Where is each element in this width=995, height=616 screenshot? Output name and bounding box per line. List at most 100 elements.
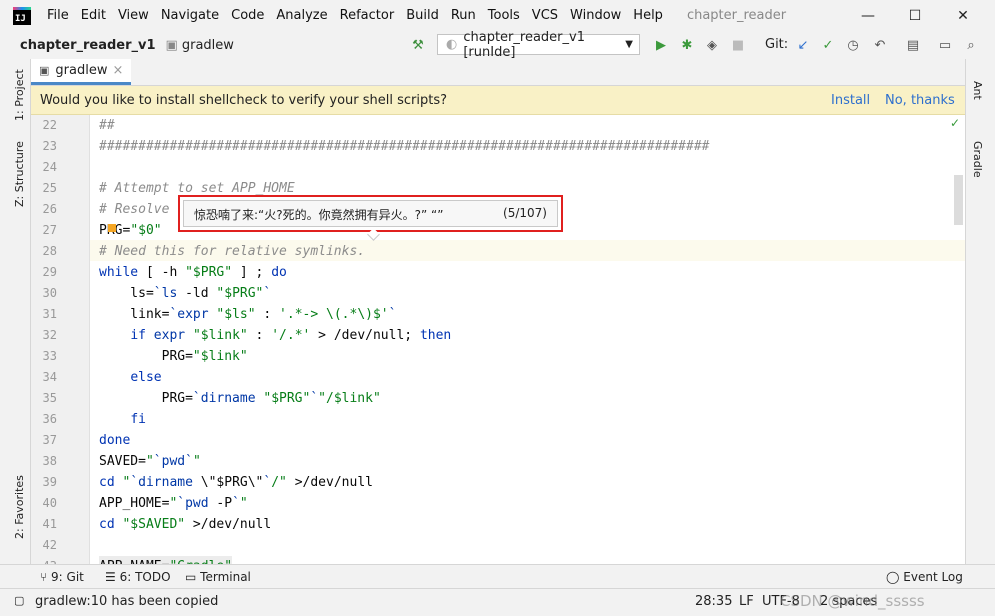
menu-analyze[interactable]: Analyze bbox=[270, 8, 333, 23]
code-line: fi bbox=[130, 412, 146, 427]
menu-view[interactable]: View bbox=[112, 8, 155, 23]
stop-icon[interactable]: ■ bbox=[730, 37, 746, 53]
line-number: 27 bbox=[42, 223, 57, 237]
coverage-icon[interactable]: ◈ bbox=[704, 37, 720, 53]
line-number: 41 bbox=[42, 517, 57, 531]
breadcrumb-file[interactable]: gradlew bbox=[182, 38, 234, 53]
search-icon[interactable]: ⌕ bbox=[963, 37, 979, 53]
main-toolbar: chapter_reader_v1 ▣ gradlew ⚒ ◐ chapter_… bbox=[0, 30, 995, 60]
history-icon[interactable]: ◷ bbox=[845, 37, 861, 53]
menu-build[interactable]: Build bbox=[400, 8, 445, 23]
close-tab-icon[interactable]: × bbox=[112, 63, 123, 78]
git-update-icon[interactable]: ↙ bbox=[795, 37, 811, 53]
menu-bar: File Edit View Navigate Code Analyze Ref… bbox=[41, 8, 669, 23]
menu-window[interactable]: Window bbox=[564, 8, 627, 23]
event-log-tool-tab[interactable]: ◯ Event Log bbox=[886, 570, 963, 584]
line-number: 42 bbox=[42, 538, 57, 552]
tooltip-page-count: (5/107) bbox=[503, 206, 547, 220]
menu-vcs[interactable]: VCS bbox=[526, 8, 564, 23]
left-tool-bar: 1: Project Z: Structure 2: Favorites bbox=[0, 59, 31, 564]
line-number: 22 bbox=[42, 118, 57, 132]
list-icon: ☰ bbox=[105, 570, 116, 584]
status-bar: ▢ gradlew:10 has been copied 28:35 LF UT… bbox=[0, 588, 995, 616]
bottom-tool-bar: ⑂ 9: Git ☰ 6: TODO ▭ Terminal ◯ Event Lo… bbox=[0, 564, 995, 589]
code-line: APP_NAME="Gradle" bbox=[99, 556, 233, 564]
line-number: 35 bbox=[42, 391, 57, 405]
ant-tool-tab[interactable]: Ant bbox=[971, 81, 984, 100]
code-line: done bbox=[99, 433, 131, 448]
line-number: 33 bbox=[42, 349, 57, 363]
structure-tool-tab[interactable]: Z: Structure bbox=[13, 141, 26, 207]
banner-message: Would you like to install shellcheck to … bbox=[40, 92, 448, 108]
line-number: 37 bbox=[42, 433, 57, 447]
line-separator[interactable]: LF bbox=[739, 594, 754, 609]
menu-navigate[interactable]: Navigate bbox=[155, 8, 225, 23]
line-number: 38 bbox=[42, 454, 57, 468]
code-line: if expr "$link" : '/.*' > /dev/null; the… bbox=[130, 328, 452, 343]
git-label: Git: bbox=[765, 37, 789, 52]
event-log-icon: ◯ bbox=[886, 570, 900, 584]
line-number: 36 bbox=[42, 412, 57, 426]
code-line: ls=`ls -ld "$PRG"` bbox=[99, 286, 272, 301]
code-line: PRG="$link" bbox=[99, 349, 248, 364]
line-number: 31 bbox=[42, 307, 57, 321]
git-tool-tab[interactable]: ⑂ 9: Git bbox=[40, 570, 84, 584]
status-panel-icon[interactable]: ▢ bbox=[14, 594, 24, 607]
breadcrumb-project[interactable]: chapter_reader_v1 bbox=[20, 38, 156, 53]
line-number: 29 bbox=[42, 265, 57, 279]
code-line: while [ -h "$PRG" ] ; do bbox=[99, 265, 287, 280]
folder-icon: ▣ bbox=[165, 37, 178, 53]
git-commit-icon[interactable]: ✓ bbox=[820, 37, 836, 53]
menu-edit[interactable]: Edit bbox=[75, 8, 112, 23]
minimize-button[interactable]: — bbox=[845, 0, 891, 31]
project-structure-icon[interactable]: ▤ bbox=[905, 37, 921, 53]
line-number: 23 bbox=[42, 139, 57, 153]
scrollbar-thumb[interactable] bbox=[954, 175, 963, 225]
shellcheck-banner: Would you like to install shellcheck to … bbox=[31, 86, 965, 115]
favorites-tool-tab[interactable]: 2: Favorites bbox=[13, 475, 26, 539]
line-number: 34 bbox=[42, 370, 57, 384]
rollback-icon[interactable]: ↶ bbox=[872, 37, 888, 53]
code-line: link=`expr "$ls" : '.*-> \(.*\)$'` bbox=[99, 307, 397, 322]
code-line: # Need this for relative symlinks. bbox=[99, 244, 366, 259]
terminal-tool-tab[interactable]: ▭ Terminal bbox=[185, 570, 251, 584]
menu-run[interactable]: Run bbox=[445, 8, 482, 23]
no-thanks-link[interactable]: No, thanks bbox=[885, 93, 955, 108]
gradle-tool-tab[interactable]: Gradle bbox=[971, 141, 984, 178]
menu-help[interactable]: Help bbox=[627, 8, 669, 23]
install-link[interactable]: Install bbox=[831, 93, 870, 108]
intellij-logo-icon: IJ bbox=[13, 6, 31, 25]
line-number: 26 bbox=[42, 202, 57, 216]
presentation-icon[interactable]: ▭ bbox=[937, 37, 953, 53]
project-tool-tab[interactable]: 1: Project bbox=[13, 69, 26, 121]
debug-icon[interactable]: ✱ bbox=[679, 37, 695, 53]
close-window-button[interactable]: ✕ bbox=[940, 0, 986, 31]
code-line: else bbox=[130, 370, 162, 385]
title-bar: IJ File Edit View Navigate Code Analyze … bbox=[0, 0, 995, 31]
run-icon[interactable]: ▶ bbox=[653, 37, 669, 53]
line-number: 30 bbox=[42, 286, 57, 300]
code-editor[interactable]: 22 23 24 25 26 27 28 29 30 31 32 33 34 35 36 37 38 39 40 41… bbox=[31, 115, 965, 564]
gradle-icon: ◐ bbox=[446, 37, 458, 52]
editor-tab-row: ▣ gradlew × bbox=[31, 59, 965, 86]
build-hammer-icon[interactable]: ⚒ bbox=[410, 37, 426, 53]
menu-code[interactable]: Code bbox=[225, 8, 270, 23]
code-line: cd "$SAVED" >/dev/null bbox=[99, 517, 272, 532]
inspection-ok-icon[interactable]: ✓ bbox=[950, 116, 960, 130]
maximize-button[interactable]: ☐ bbox=[892, 0, 938, 31]
menu-tools[interactable]: Tools bbox=[482, 8, 526, 23]
git-branch-icon: ⑂ bbox=[40, 570, 48, 584]
todo-tool-tab[interactable]: ☰ 6: TODO bbox=[105, 570, 171, 584]
bookmark-icon bbox=[108, 224, 116, 232]
code-line: cd "`dirname \"$PRG\"`/" >/dev/null bbox=[99, 475, 373, 490]
run-configuration-select[interactable]: ◐ chapter_reader_v1 [runIde] ▼ bbox=[437, 30, 640, 60]
tab-gradlew[interactable]: ▣ gradlew × bbox=[31, 59, 131, 85]
right-tool-bar: Ant Gradle bbox=[965, 59, 995, 564]
tooltip-text: 惊恐喃了来:“火?死的。你竟然拥有异火。?” “” bbox=[194, 208, 444, 222]
line-number: 39 bbox=[42, 475, 57, 489]
caret-position[interactable]: 28:35 bbox=[695, 594, 732, 609]
menu-file[interactable]: File bbox=[41, 8, 75, 23]
line-number: 25 bbox=[42, 181, 57, 195]
menu-refactor[interactable]: Refactor bbox=[334, 8, 401, 23]
code-line: SAVED="`pwd`" bbox=[99, 454, 201, 469]
